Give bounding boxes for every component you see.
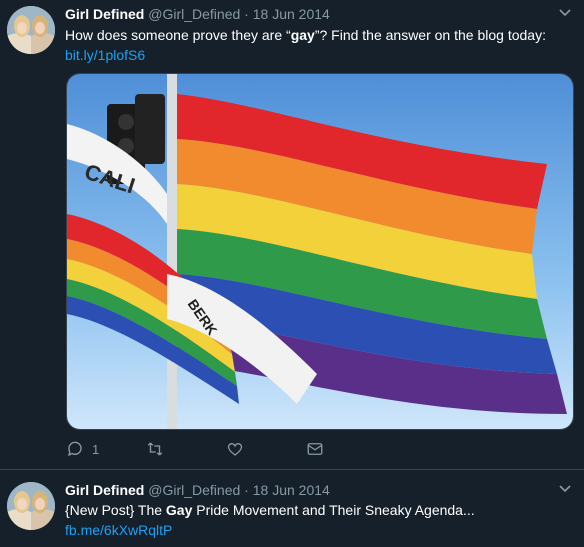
envelope-icon [307, 443, 323, 455]
reply-button[interactable]: 1 [66, 440, 99, 458]
tweet-text-highlight: Gay [165, 502, 193, 518]
tweet-header: Girl Defined @Girl_Defined · 18 Jun 2014 [65, 6, 330, 22]
tweet-text-highlight: gay [290, 27, 315, 43]
tweet-date[interactable]: 18 Jun 2014 [253, 482, 330, 498]
tweet-text-part: {New Post} The [65, 502, 166, 518]
separator-dot: · [244, 482, 249, 498]
tweet-text-part: Pride Movement and Their Sneaky Agenda..… [192, 502, 475, 518]
tweet-date[interactable]: 18 Jun 2014 [253, 6, 330, 22]
avatar[interactable] [7, 482, 55, 530]
author-handle[interactable]: @Girl_Defined [148, 6, 240, 22]
tweet-2[interactable]: Girl Defined @Girl_Defined · 18 Jun 2014… [0, 470, 584, 547]
separator-dot: · [244, 6, 249, 22]
author-name[interactable]: Girl Defined [65, 6, 144, 22]
retweet-button[interactable] [146, 440, 172, 458]
reply-icon [67, 441, 82, 457]
avatar[interactable] [7, 6, 55, 54]
like-button[interactable] [226, 440, 252, 458]
chevron-down-icon[interactable] [559, 485, 571, 493]
tweet-1[interactable]: Girl Defined @Girl_Defined · 18 Jun 2014… [0, 0, 584, 470]
tweet-text: How does someone prove they are “gay”? F… [65, 25, 570, 65]
tweet-link[interactable]: bit.ly/1plofS6 [65, 47, 145, 63]
rainbow-flag-photo-icon: CALI BERK [67, 74, 573, 429]
tweet-actions: 1 [66, 440, 366, 462]
heart-icon [227, 442, 243, 456]
author-name[interactable]: Girl Defined [65, 482, 144, 498]
author-handle[interactable]: @Girl_Defined [148, 482, 240, 498]
tweet-link[interactable]: fb.me/6kXwRqltP [65, 522, 172, 538]
tweet-media-photo[interactable]: CALI BERK [66, 73, 574, 430]
tweet-text: {New Post} The Gay Pride Movement and Th… [65, 500, 570, 540]
tweet-text-part: ”? Find the answer on the blog today: [314, 27, 546, 43]
tweet-header: Girl Defined @Girl_Defined · 18 Jun 2014 [65, 482, 330, 498]
reply-count: 1 [92, 441, 100, 457]
tweet-text-part: How does someone prove they are “ [65, 27, 291, 43]
retweet-icon [147, 442, 163, 456]
chevron-down-icon[interactable] [559, 9, 571, 17]
share-button[interactable] [306, 440, 324, 458]
